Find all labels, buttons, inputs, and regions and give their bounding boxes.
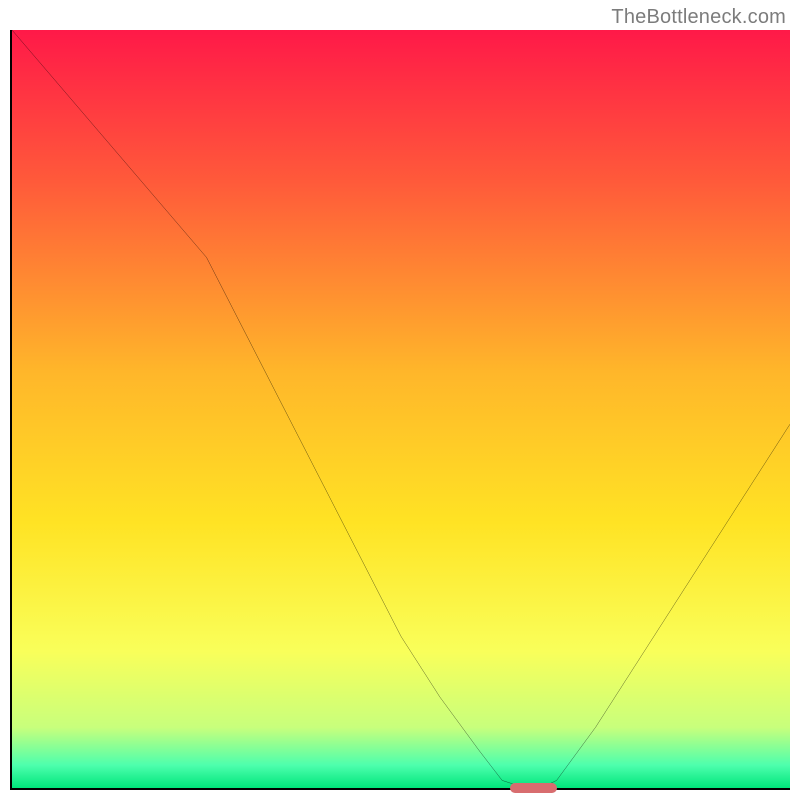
- chart-background-gradient: [12, 30, 790, 788]
- optimal-marker: [510, 783, 557, 793]
- attribution-text: TheBottleneck.com: [611, 6, 786, 29]
- chart-plot-area: [10, 30, 790, 790]
